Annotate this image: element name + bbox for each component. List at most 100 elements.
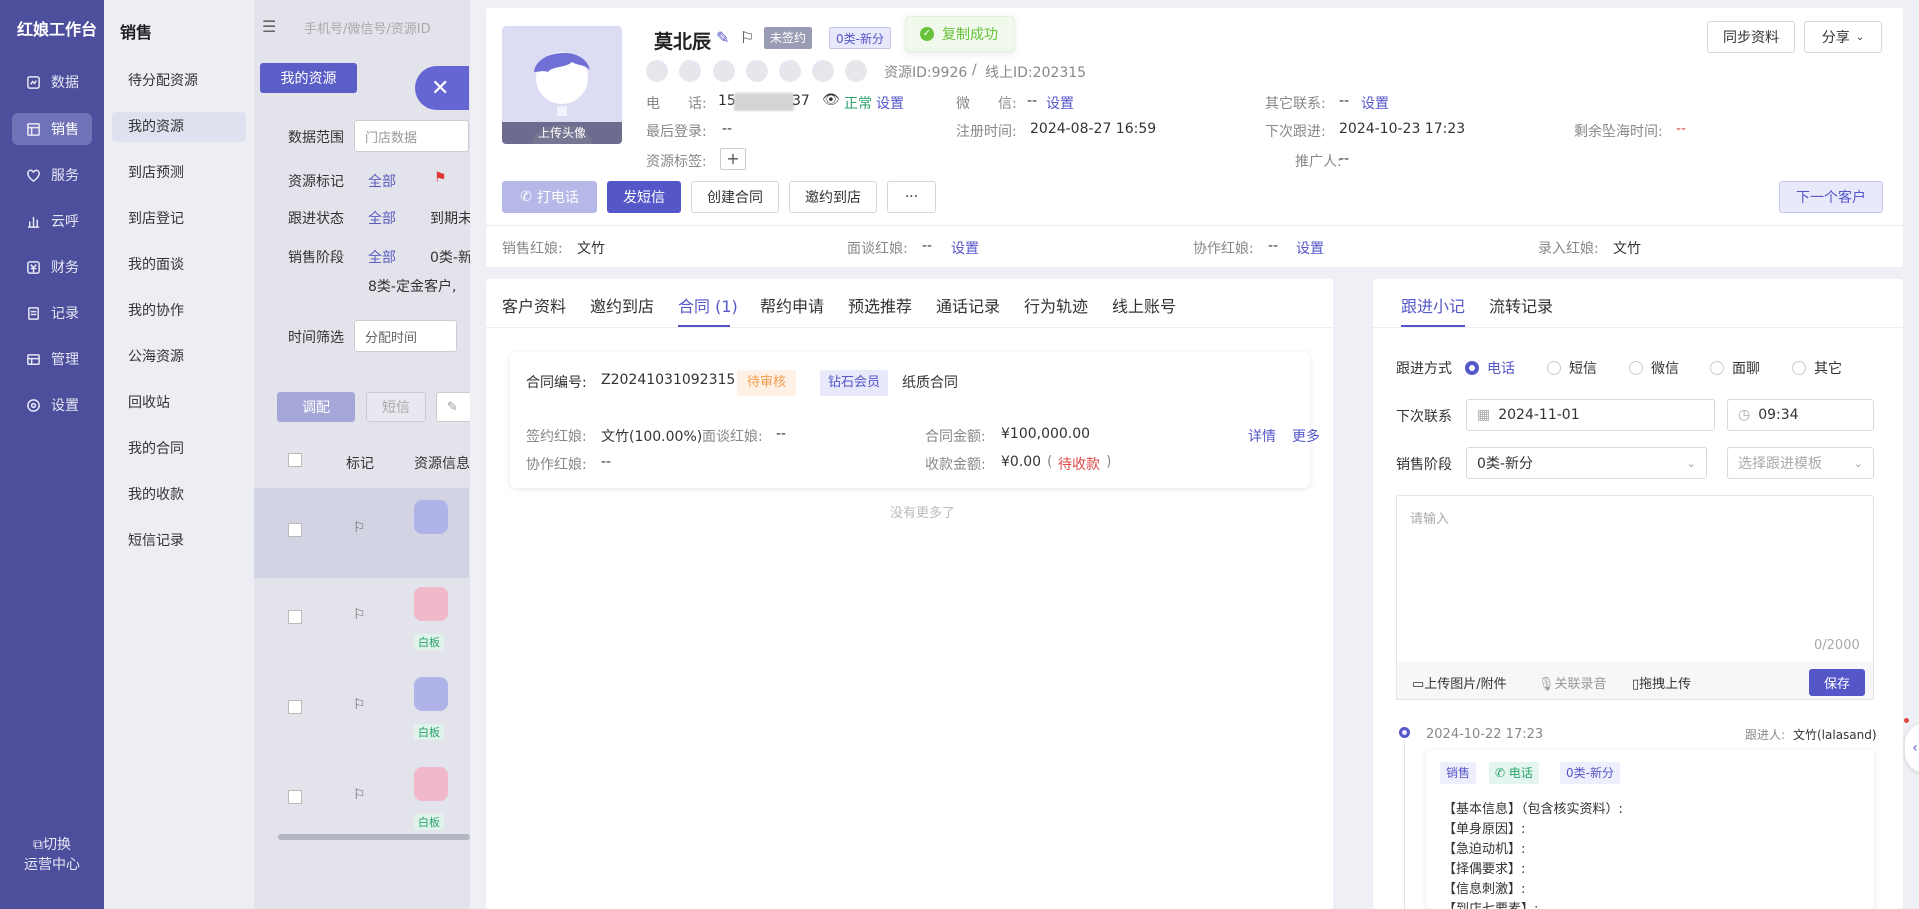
method-radio-other[interactable]: 其它 [1792,358,1842,378]
submenu-item[interactable]: 待分配资源 [112,66,246,96]
nav-item-sales[interactable]: 销售 [12,113,92,145]
row-checkbox[interactable] [288,610,302,624]
submenu-item[interactable]: 到店登记 [112,204,246,234]
call-button[interactable]: ✆ 打电话 [502,181,597,213]
tab-behavior[interactable]: 行为轨迹 [1024,293,1088,317]
nav-item-records[interactable]: 记录 [12,297,104,329]
assist-hn-label: 协作红娘: [1193,241,1254,257]
wechat-set-link[interactable]: 设置 [1046,93,1074,113]
assist-hn-set-link[interactable]: 设置 [1296,238,1324,258]
submenu-item[interactable]: 到店预测 [112,158,246,188]
panel-collapse-handle[interactable]: ‹ [1905,723,1919,773]
sales-stage-option[interactable]: 0类-新 [430,247,472,267]
next-date-input[interactable]: ▦ 2024-11-01 [1466,399,1715,431]
submenu-item[interactable]: 我的面谈 [112,250,246,280]
contract-detail-link[interactable]: 详情 [1248,426,1276,446]
create-contract-button[interactable]: 创建合同 [691,181,779,213]
submenu-item[interactable]: 我的协作 [112,296,246,326]
resource-tag-all[interactable]: 全部 [368,171,396,191]
id-card-icon [646,60,668,82]
tab-contract[interactable]: 合同 (1) [678,293,738,317]
phone-status: 正常 [844,96,872,112]
drag-upload-button[interactable]: ▯拖拽上传 [1632,673,1691,692]
next-time-input[interactable]: ◷ 09:34 [1727,399,1874,431]
phone-set-link[interactable]: 设置 [876,93,904,113]
time-filter-select[interactable]: 分配时间 [354,320,457,352]
next-customer-button[interactable]: 下一个客户 [1779,181,1883,213]
data-scope-select[interactable]: 门店数据 [354,120,469,152]
flag-outline-icon[interactable]: ⚐ [353,607,366,623]
tab-online-account[interactable]: 线上账号 [1112,293,1176,317]
save-button[interactable]: 保存 [1809,669,1865,696]
submenu-item-my-resources[interactable]: 我的资源 [112,112,246,142]
invite-store-button[interactable]: 邀约到店 [789,181,877,213]
nav-item-finance[interactable]: 财务 [12,251,104,283]
flag-icon[interactable]: ⚑ [434,170,447,186]
sms-button[interactable]: 短信 [366,392,426,422]
close-drawer-button[interactable]: ✕ [415,66,469,110]
collapse-icon[interactable]: ☰ [262,17,276,36]
flag-outline-icon[interactable]: ⚐ [353,787,366,803]
promoter-label: 推广人: [1295,154,1342,170]
follow-status-all[interactable]: 全部 [368,208,396,228]
method-radio-wechat[interactable]: 微信 [1629,358,1679,378]
more-actions-button[interactable]: ··· [887,181,936,213]
nav-item-service[interactable]: 服务 [12,159,104,191]
submenu-item[interactable]: 我的收款 [112,480,246,510]
method-radio-face[interactable]: 面聊 [1710,358,1760,378]
sales-stage-all[interactable]: 全部 [368,247,396,267]
tab-call-log[interactable]: 通话记录 [936,293,1000,317]
row-checkbox[interactable] [288,790,302,804]
remain-time-value: -- [1676,121,1687,137]
follow-status-option[interactable]: 到期未 [430,208,472,228]
edit-icon[interactable]: ✎ [716,28,729,47]
add-tag-button[interactable]: + [720,148,746,170]
submenu-item[interactable]: 回收站 [112,388,246,418]
row-checkbox[interactable] [288,700,302,714]
sync-profile-button[interactable]: 同步资料 [1707,21,1795,53]
tab-follow-notes[interactable]: 跟进小记 [1401,293,1465,317]
flag-icon[interactable]: ⚐ [740,28,754,47]
eye-icon[interactable]: 👁 [822,92,840,108]
phone-icon: ✆ [1495,766,1509,780]
submenu-item[interactable]: 我的合同 [112,434,246,464]
tab-help-apply[interactable]: 帮约申请 [760,293,824,317]
other-contact-set-link[interactable]: 设置 [1361,93,1389,113]
tab-transfer-records[interactable]: 流转记录 [1489,293,1553,317]
method-radio-sms[interactable]: 短信 [1547,358,1597,378]
row-checkbox[interactable] [288,523,302,537]
customer-avatar[interactable]: 上传头像 [502,26,622,144]
horizontal-scrollbar[interactable] [278,834,470,840]
chevron-left-icon: ‹ [1912,740,1918,756]
submenu-item[interactable]: 公海资源 [112,342,246,372]
flag-outline-icon[interactable]: ⚐ [353,520,366,536]
submenu-item[interactable]: 短信记录 [112,526,246,556]
adjust-button[interactable]: 调配 [277,392,355,422]
nav-item-cloudcall[interactable]: 云呼 [12,205,104,237]
link-recording-button[interactable]: 🎙关联录音 [1538,673,1607,692]
search-input[interactable]: 手机号/微信号/资源ID [304,18,431,37]
follow-note-textarea[interactable] [1396,495,1874,667]
contract-more-link[interactable]: 更多 [1292,426,1320,446]
switch-center-button[interactable]: ⧉切换 运营中心 [0,834,104,874]
sales-stage-option[interactable]: 8类-定金客户, [368,276,456,296]
send-sms-button[interactable]: 发短信 [607,181,681,213]
nav-item-settings[interactable]: 设置 [12,389,104,421]
flag-outline-icon[interactable]: ⚐ [353,697,366,713]
upload-avatar-label[interactable]: 上传头像 [502,122,622,144]
nav-item-data[interactable]: 数据 [12,66,104,98]
share-button[interactable]: 分享 ⌄ [1804,21,1882,53]
record-label: 关联录音 [1554,677,1607,692]
tab-preselect[interactable]: 预选推荐 [848,293,912,317]
method-radio-phone[interactable]: 电话 [1465,358,1515,378]
upload-attachment-button[interactable]: ▭上传图片/附件 [1412,673,1507,692]
tab-invite-store[interactable]: 邀约到店 [590,293,654,317]
my-resources-button[interactable]: 我的资源 [260,63,357,93]
nav-item-manage[interactable]: 管理 [12,343,104,375]
interview-hn-set-link[interactable]: 设置 [951,238,979,258]
select-all-checkbox[interactable] [288,453,302,467]
record-tag-phone-label: 电话 [1508,766,1533,780]
stage-select[interactable]: 0类-新分 ⌄ [1466,447,1707,479]
tab-customer-info[interactable]: 客户资料 [502,293,566,317]
template-select[interactable]: 选择跟进模板 ⌄ [1727,447,1874,479]
